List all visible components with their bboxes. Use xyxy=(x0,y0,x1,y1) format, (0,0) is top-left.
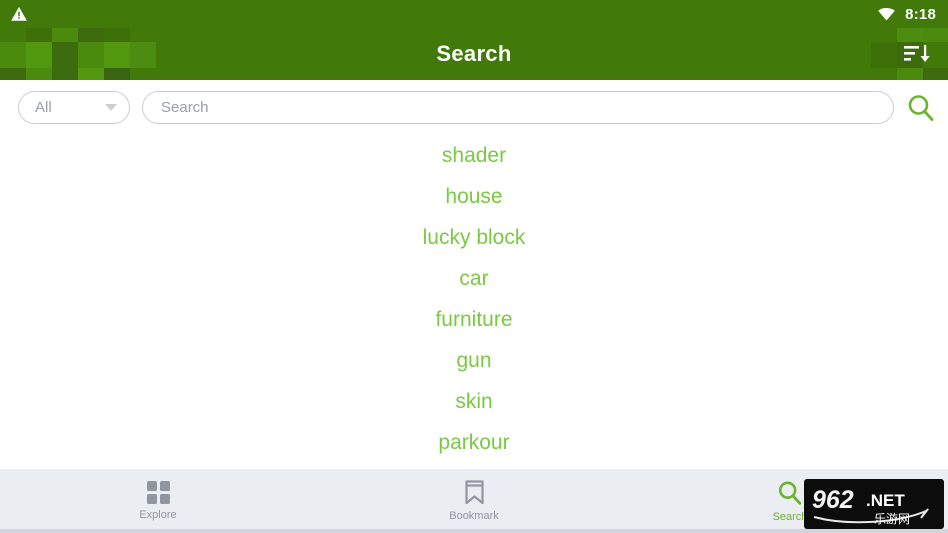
wifi-icon xyxy=(878,7,895,20)
site-watermark: 962 .NET 乐游网 xyxy=(804,479,944,529)
status-bar: 8:18 xyxy=(0,0,948,28)
watermark-logo: 962 .NET 乐游网 xyxy=(812,486,929,526)
app-header: Search xyxy=(0,28,948,80)
category-filter-dropdown[interactable]: All xyxy=(18,91,130,124)
nav-bottom-strip xyxy=(0,529,948,533)
nav-item-label: Bookmark xyxy=(449,510,499,522)
status-bar-left xyxy=(10,5,28,23)
search-input[interactable] xyxy=(161,99,875,116)
suggestion-item[interactable]: parkour xyxy=(0,422,948,463)
search-icon xyxy=(778,480,802,505)
search-submit-button[interactable] xyxy=(894,88,948,128)
suggestion-item[interactable]: skin xyxy=(0,381,948,422)
suggestion-item[interactable]: gun xyxy=(0,340,948,381)
suggestion-item[interactable]: house xyxy=(0,176,948,217)
suggestion-item[interactable]: furniture xyxy=(0,299,948,340)
suggestion-item[interactable]: lucky block xyxy=(0,217,948,258)
watermark-main-text: 962 xyxy=(812,486,854,514)
search-suggestion-list: shader house lucky block car furniture gun ski… xyxy=(0,135,948,469)
warning-triangle-icon xyxy=(11,6,27,21)
grid-icon xyxy=(146,481,170,504)
suggestion-item[interactable]: shader xyxy=(0,135,948,176)
nav-item-label: Explore xyxy=(139,509,177,521)
search-icon xyxy=(908,94,934,121)
sort-button[interactable] xyxy=(900,39,934,69)
page-title: Search xyxy=(436,41,512,66)
watermark-sub-text: 乐游网 xyxy=(874,512,910,526)
status-bar-right: 8:18 xyxy=(877,6,936,23)
chevron-down-icon xyxy=(105,104,117,111)
search-input-wrapper[interactable] xyxy=(142,91,894,124)
suggestion-item[interactable]: car xyxy=(0,258,948,299)
watermark-suffix-text: .NET xyxy=(866,491,905,510)
nav-item-label: Search xyxy=(772,510,808,523)
category-filter-label: All xyxy=(35,99,52,116)
search-bar: All xyxy=(0,80,948,135)
sort-descending-icon xyxy=(904,45,930,62)
status-time: 8:18 xyxy=(905,5,936,23)
nav-item-bookmark[interactable]: Bookmark xyxy=(316,469,632,529)
bookmark-icon xyxy=(464,480,484,505)
nav-item-explore[interactable]: Explore xyxy=(0,469,316,529)
app-root: 8:18 Search All Search shader house luck… xyxy=(0,0,948,533)
